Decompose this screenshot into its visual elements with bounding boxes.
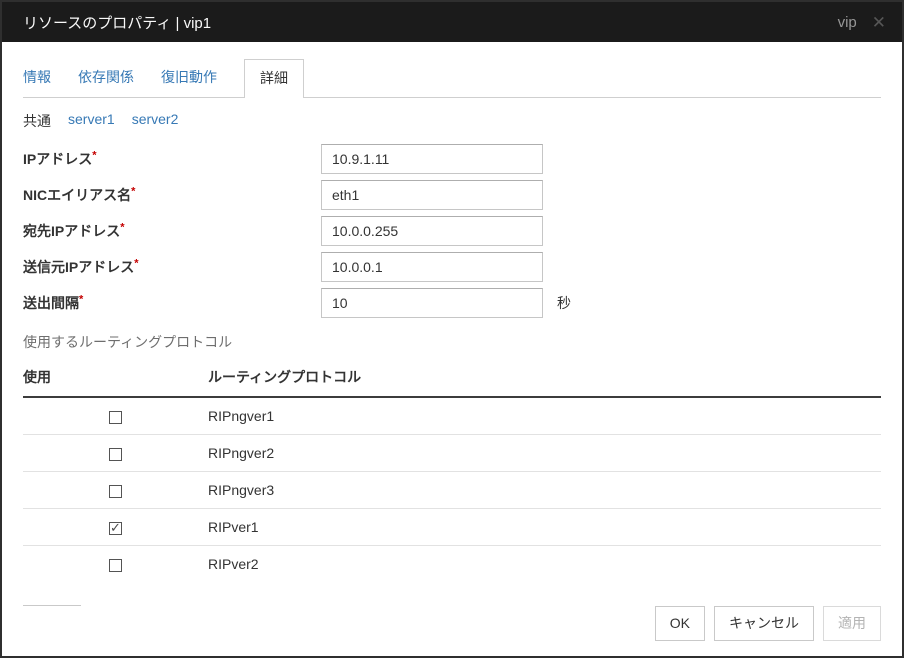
- dialog-titlebar: リソースのプロパティ | vip1 vip ✕: [2, 2, 902, 42]
- subtab-共通[interactable]: 共通: [23, 111, 51, 131]
- use-cell: [23, 435, 208, 472]
- tab-詳細[interactable]: 詳細: [244, 59, 304, 98]
- field-unit-suffix: 秒: [557, 293, 571, 313]
- form-row: 送信元IPアドレス*: [23, 251, 881, 282]
- use-cell: [23, 472, 208, 509]
- field-input[interactable]: [321, 180, 543, 210]
- tab-情報[interactable]: 情報: [23, 58, 51, 97]
- dialog-title: リソースのプロパティ | vip1: [23, 12, 211, 33]
- cancel-button[interactable]: キャンセル: [714, 606, 814, 641]
- dialog-footer: OK キャンセル 適用: [2, 606, 902, 656]
- tab-復旧動作[interactable]: 復旧動作: [161, 58, 217, 97]
- use-cell: [23, 546, 208, 583]
- resource-properties-dialog: リソースのプロパティ | vip1 vip ✕ 情報依存関係復旧動作詳細 共通 s…: [0, 0, 904, 658]
- required-asterisk: *: [131, 185, 135, 197]
- routing-protocol-section-label: 使用するルーティングプロトコル: [23, 332, 881, 352]
- tab-依存関係[interactable]: 依存関係: [78, 58, 134, 97]
- ok-button[interactable]: OK: [655, 606, 705, 641]
- field-label: 送出間隔*: [23, 293, 321, 313]
- field-label: NICエイリアス名*: [23, 185, 321, 205]
- dialog-content: 情報依存関係復旧動作詳細 共通 server1 server2 IPアドレス* NIC…: [2, 42, 902, 606]
- apply-button[interactable]: 適用: [823, 606, 881, 641]
- required-asterisk: *: [79, 293, 83, 305]
- use-checkbox[interactable]: [109, 522, 122, 535]
- protocol-name: RIPngver2: [208, 435, 881, 472]
- table-row: RIPngver3: [23, 472, 881, 509]
- field-label: IPアドレス*: [23, 149, 321, 169]
- use-cell: [23, 397, 208, 435]
- column-header-use: 使用: [23, 359, 208, 397]
- table-header-row: 使用 ルーティングプロトコル: [23, 359, 881, 397]
- use-checkbox[interactable]: [109, 448, 122, 461]
- close-icon[interactable]: ✕: [872, 14, 886, 31]
- form-row: IPアドレス*: [23, 143, 881, 174]
- table-row: RIPver2: [23, 546, 881, 583]
- protocol-name: RIPver2: [208, 546, 881, 583]
- protocol-name: RIPngver1: [208, 397, 881, 435]
- use-cell: [23, 509, 208, 546]
- required-asterisk: *: [92, 149, 96, 161]
- field-input[interactable]: [321, 288, 543, 318]
- use-checkbox[interactable]: [109, 411, 122, 424]
- table-row: RIPngver2: [23, 435, 881, 472]
- required-asterisk: *: [134, 257, 138, 269]
- server-subtabs: 共通 server1 server2: [23, 111, 881, 131]
- subtab-server2[interactable]: server2: [132, 111, 179, 131]
- use-checkbox[interactable]: [109, 485, 122, 498]
- tab-bar: 情報依存関係復旧動作詳細: [23, 58, 881, 98]
- field-label: 宛先IPアドレス*: [23, 221, 321, 241]
- form-row: NICエイリアス名*: [23, 179, 881, 210]
- use-checkbox[interactable]: [109, 559, 122, 572]
- corner-label: vip: [838, 14, 857, 31]
- form-row: 宛先IPアドレス*: [23, 215, 881, 246]
- protocol-name: RIPngver3: [208, 472, 881, 509]
- required-asterisk: *: [120, 221, 124, 233]
- form-row: 送出間隔* 秒: [23, 287, 881, 318]
- protocol-name: RIPver1: [208, 509, 881, 546]
- field-input[interactable]: [321, 252, 543, 282]
- detail-form: IPアドレス* NICエイリアス名* 宛先IPアドレス* 送信元IPアドレス* 送出間隔…: [23, 143, 881, 318]
- table-row: RIPngver1: [23, 397, 881, 435]
- routing-protocol-table: 使用 ルーティングプロトコル RIPngver1RIPngver2RIPngve…: [23, 359, 881, 582]
- subtab-server1[interactable]: server1: [68, 111, 115, 131]
- field-label: 送信元IPアドレス*: [23, 257, 321, 277]
- column-header-protocol: ルーティングプロトコル: [208, 359, 881, 397]
- field-input[interactable]: [321, 216, 543, 246]
- table-row: RIPver1: [23, 509, 881, 546]
- field-input[interactable]: [321, 144, 543, 174]
